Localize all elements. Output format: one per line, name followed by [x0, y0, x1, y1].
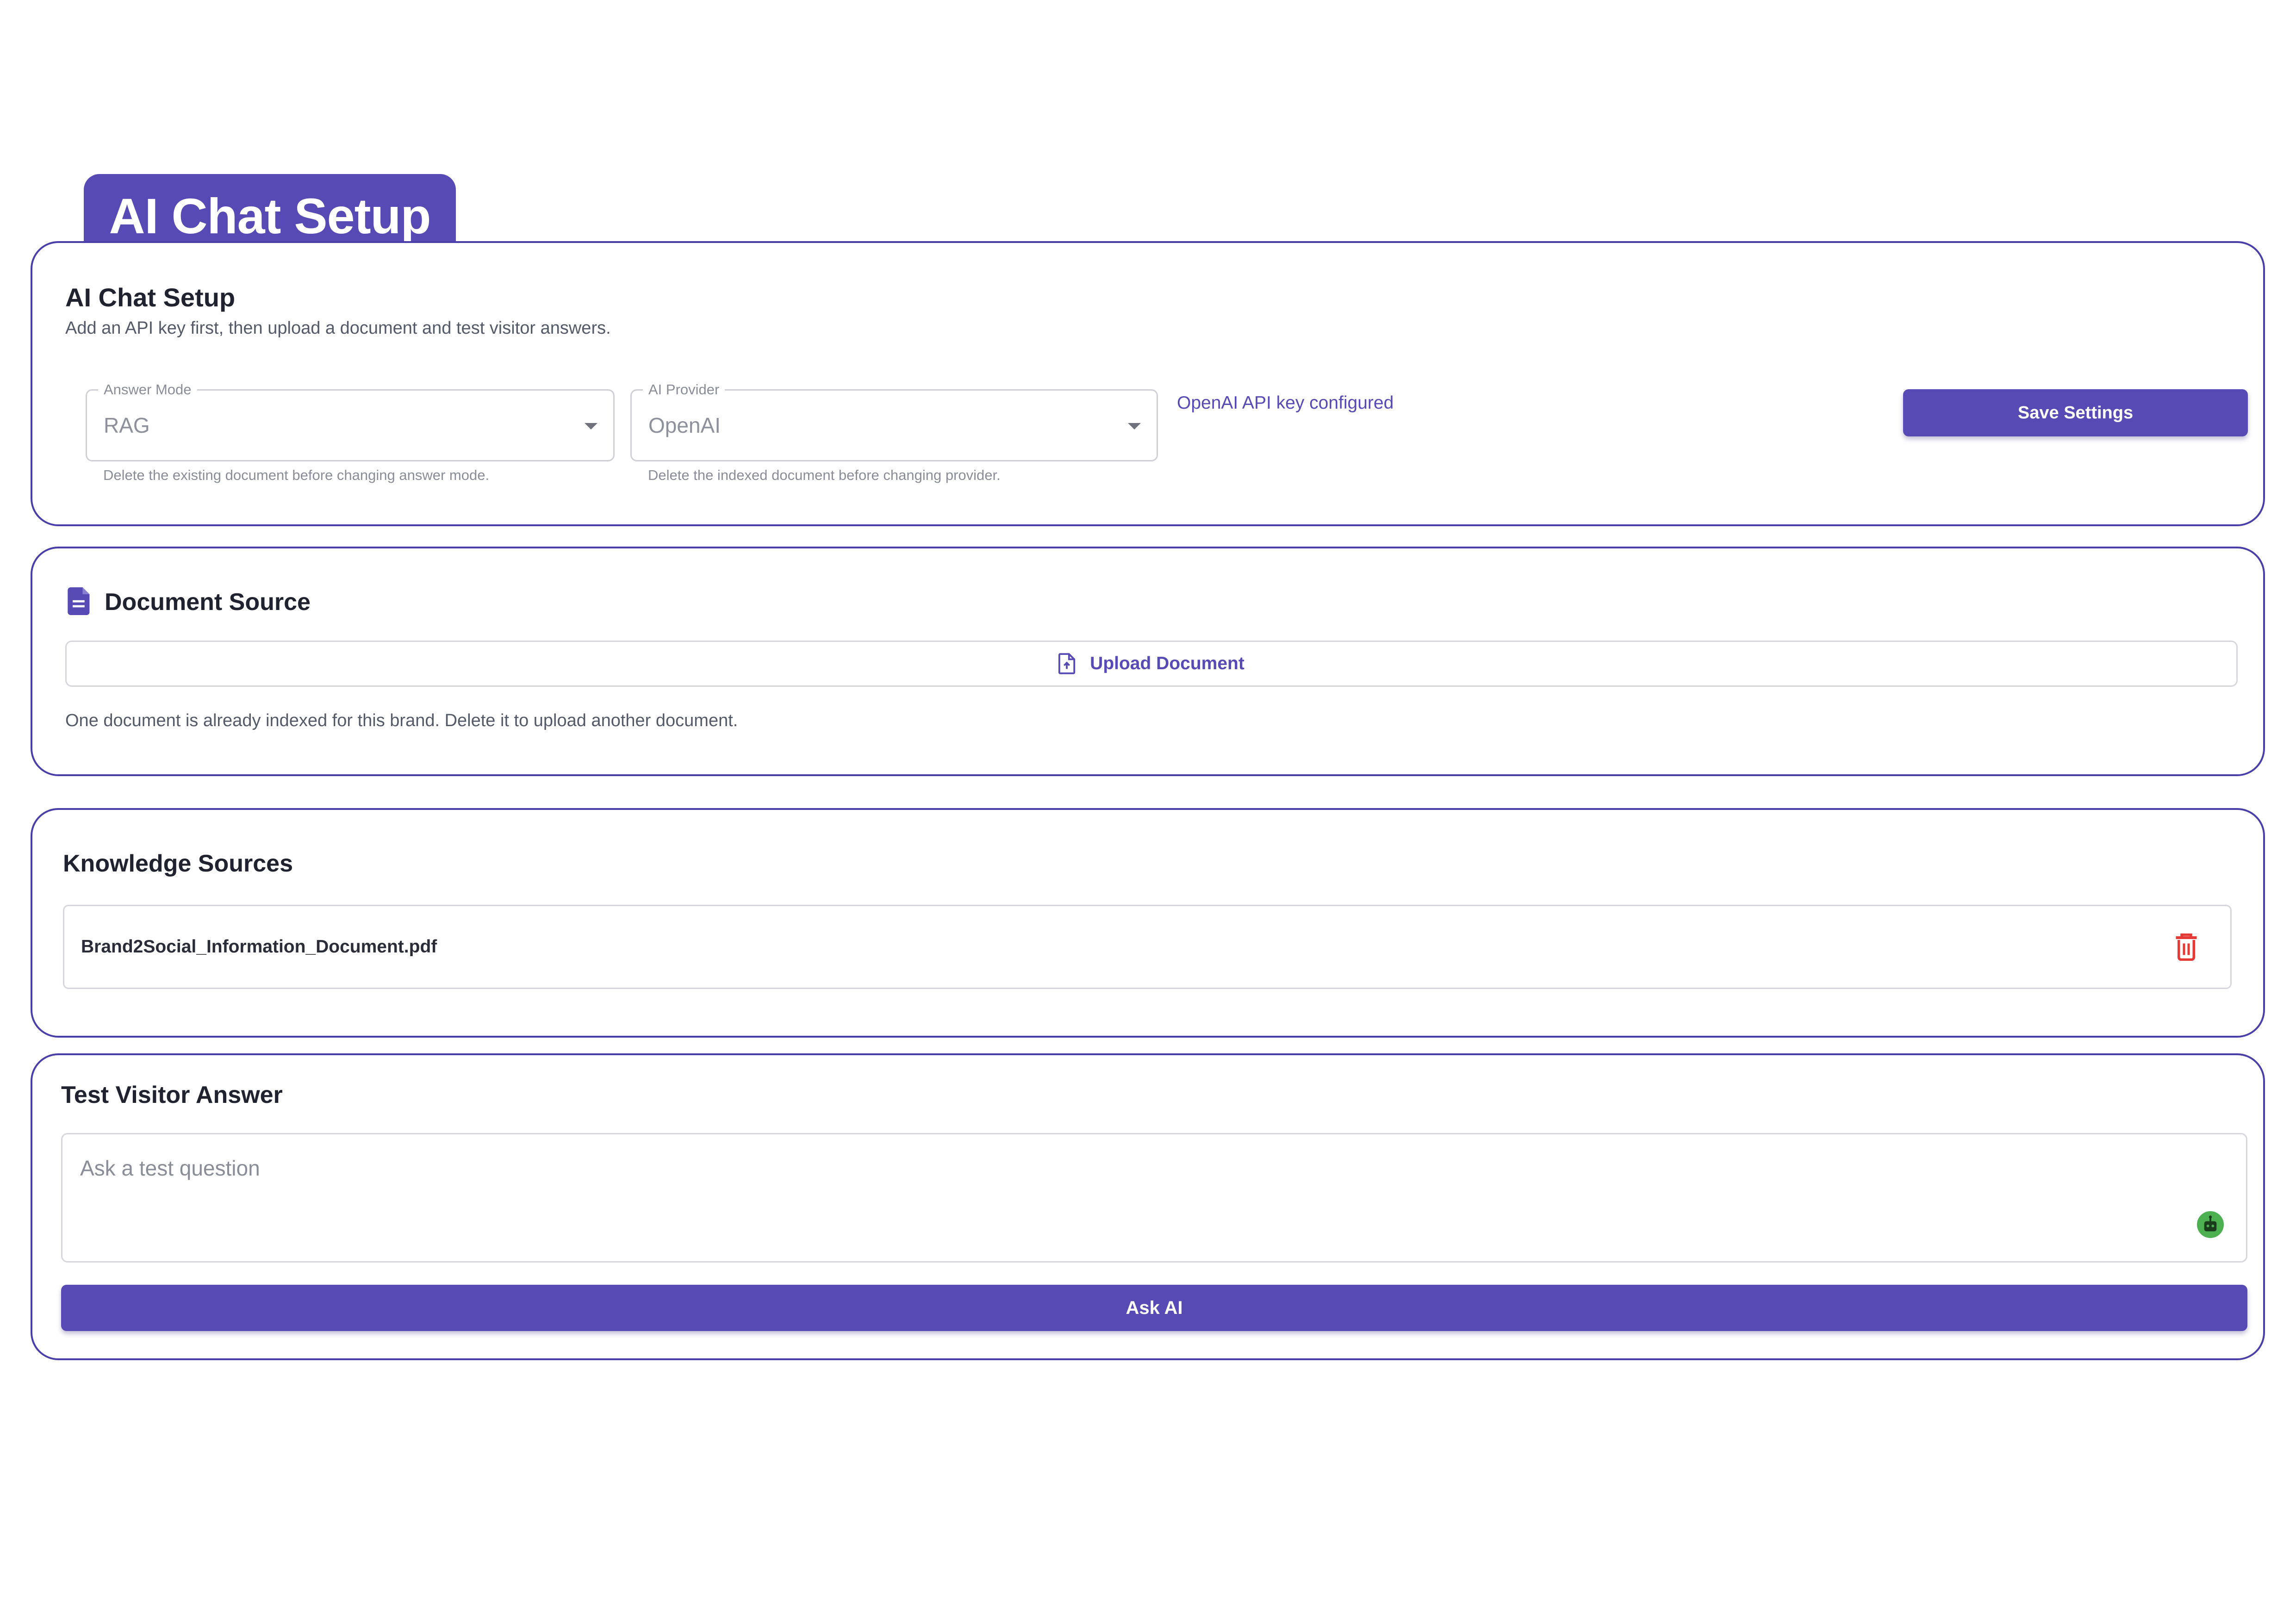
knowledge-sources-card: Knowledge Sources Brand2Social_Informati… [31, 808, 2265, 1038]
page-title: AI Chat Setup [109, 187, 431, 244]
answer-mode-label: Answer Mode [98, 381, 197, 398]
answer-mode-help: Delete the existing document before chan… [103, 467, 490, 483]
chevron-down-icon [585, 423, 597, 429]
setup-title: AI Chat Setup [65, 283, 236, 312]
bot-icon[interactable] [2197, 1211, 2224, 1238]
source-file-name: Brand2Social_Information_Document.pdf [81, 937, 437, 957]
ai-provider-select[interactable]: AI Provider OpenAI [630, 381, 1158, 461]
document-source-card: Document Source Upload Document One docu… [31, 547, 2265, 776]
document-icon [68, 587, 90, 615]
ai-provider-value: OpenAI [648, 413, 721, 437]
answer-mode-select[interactable]: Answer Mode RAG [86, 381, 615, 461]
setup-card: AI Chat Setup Add an API key first, then… [31, 241, 2265, 526]
answer-mode-value: RAG [104, 413, 150, 437]
document-source-note: One document is already indexed for this… [65, 711, 738, 730]
trash-icon[interactable] [2175, 933, 2198, 961]
ask-ai-button[interactable]: Ask AI [61, 1285, 2247, 1331]
setup-subtitle: Add an API key first, then upload a docu… [65, 318, 611, 338]
upload-document-label: Upload Document [1090, 653, 1244, 673]
test-question-placeholder: Ask a test question [80, 1156, 260, 1180]
chevron-down-icon [1128, 423, 1141, 429]
test-question-input[interactable]: Ask a test question [61, 1133, 2247, 1263]
ai-provider-label: AI Provider [643, 381, 725, 398]
api-key-status: OpenAI API key configured [1177, 393, 1394, 413]
list-item: Brand2Social_Information_Document.pdf [63, 905, 2232, 989]
test-visitor-title: Test Visitor Answer [61, 1082, 283, 1108]
knowledge-sources-title: Knowledge Sources [63, 850, 293, 877]
upload-document-button[interactable]: Upload Document [65, 641, 2238, 687]
upload-file-icon [1058, 653, 1076, 674]
save-settings-button[interactable]: Save Settings [1903, 389, 2248, 436]
ai-provider-help: Delete the indexed document before chang… [648, 467, 1001, 483]
document-source-title: Document Source [105, 589, 311, 616]
test-visitor-card: Test Visitor Answer Ask a test question … [31, 1053, 2265, 1360]
